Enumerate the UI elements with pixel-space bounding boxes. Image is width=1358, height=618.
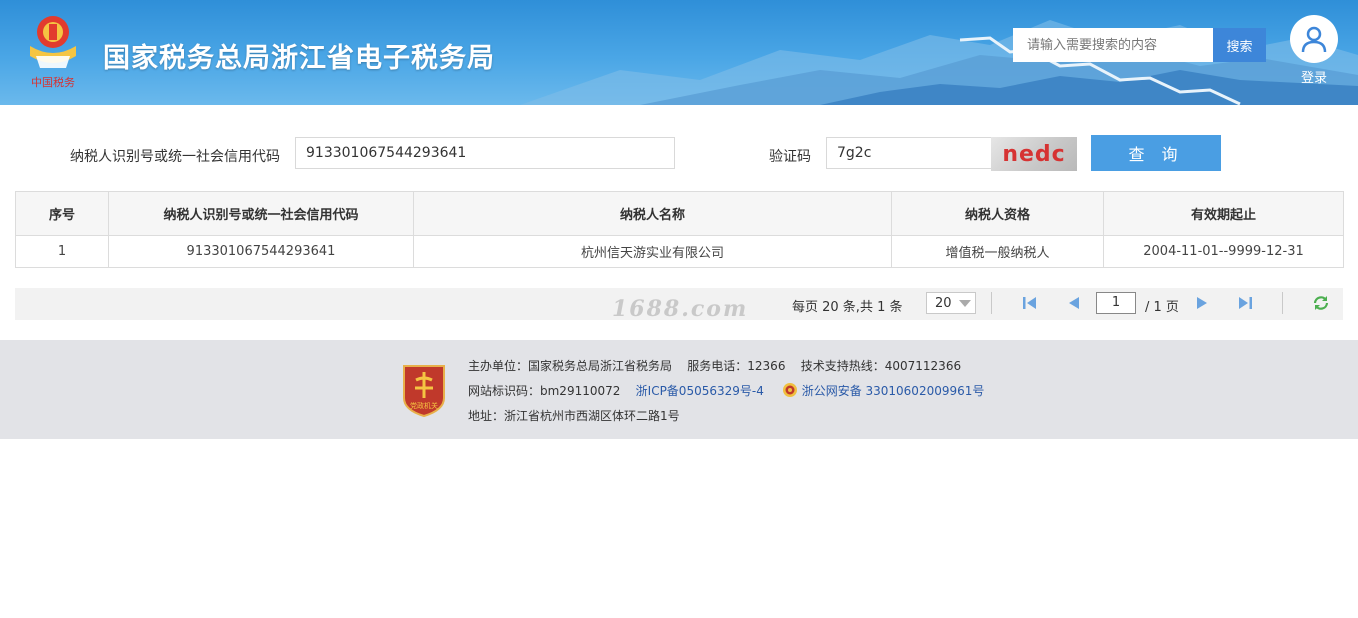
footer-line-2: 网站标识码：bm29110072 浙ICP备05056329号-4 浙公网安备 … [468, 382, 984, 399]
refresh-icon[interactable] [1312, 295, 1330, 311]
captcha-label: 验证码 [769, 149, 811, 165]
footer-address: 地址：浙江省杭州市西湖区体环二路1号 [468, 409, 680, 423]
site-search-input[interactable] [1013, 28, 1213, 62]
party-government-badge-icon[interactable]: 党政机关 [401, 362, 447, 418]
chevron-down-icon [959, 300, 971, 307]
login-button[interactable]: 登录 [1289, 15, 1339, 86]
previous-page-icon[interactable] [1065, 295, 1083, 311]
search-button[interactable]: 搜索 [1213, 28, 1266, 62]
cell-index: 1 [15, 235, 109, 268]
cell-taxpayer-id: 913301067544293641 [108, 235, 414, 268]
col-header-taxpayer-name: 纳税人名称 [413, 191, 892, 236]
cell-qualification: 增值税一般纳税人 [891, 235, 1104, 268]
pager-divider [991, 292, 992, 314]
taxpayer-id-input[interactable] [295, 137, 675, 169]
page-size-value: 20 [935, 295, 952, 311]
col-header-qualification: 纳税人资格 [891, 191, 1104, 236]
police-record-link[interactable]: 浙公网安备 33010602009961号 [802, 384, 985, 398]
page-size-select[interactable]: 20 [926, 292, 976, 314]
footer-support: 技术支持热线：4007112366 [800, 359, 962, 373]
watermark-text: 1688.com [612, 296, 749, 322]
col-header-validity: 有效期起止 [1103, 191, 1344, 236]
user-avatar-icon [1290, 15, 1338, 63]
badge-text: 党政机关 [410, 401, 438, 410]
captcha-image[interactable]: nedc [991, 137, 1077, 171]
footer-sponsor: 主办单位：国家税务总局浙江省税务局 [468, 359, 673, 373]
tax-emblem-logo: 中国税务 [30, 16, 76, 89]
col-header-index: 序号 [15, 191, 109, 236]
query-button[interactable]: 查 询 [1091, 135, 1221, 171]
col-header-taxpayer-id: 纳税人识别号或统一社会信用代码 [108, 191, 414, 236]
current-page-input[interactable]: 1 [1096, 292, 1136, 314]
cell-validity: 2004-11-01--9999-12-31 [1103, 235, 1344, 268]
total-pages: / 1 页 [1145, 300, 1179, 315]
footer-site-id: 网站标识码：bm29110072 [468, 384, 621, 398]
next-page-icon[interactable] [1193, 295, 1211, 311]
captcha-input[interactable] [826, 137, 992, 169]
police-badge-icon [782, 383, 797, 397]
cell-taxpayer-name: 杭州信天游实业有限公司 [413, 235, 892, 268]
login-label: 登录 [1300, 71, 1327, 86]
taxpayer-id-label: 纳税人识别号或统一社会信用代码 [70, 149, 280, 165]
icp-record-link[interactable]: 浙ICP备05056329号-4 [636, 384, 764, 398]
footer-line-1: 主办单位：国家税务总局浙江省税务局 服务电话：12366 技术支持热线：4007… [468, 357, 961, 374]
table-row: 1 913301067544293641 杭州信天游实业有限公司 增值税一般纳税… [15, 235, 1344, 268]
results-table: 序号 纳税人识别号或统一社会信用代码 纳税人名称 纳税人资格 有效期起止 1 9… [15, 191, 1344, 268]
page-summary: 每页 20 条,共 1 条 [792, 300, 903, 315]
last-page-icon[interactable] [1236, 295, 1254, 311]
table-header-row: 序号 纳税人识别号或统一社会信用代码 纳税人名称 纳税人资格 有效期起止 [15, 191, 1344, 236]
pager-divider [1282, 292, 1283, 314]
site-title: 国家税务总局浙江省电子税务局 [103, 43, 495, 74]
footer-phone: 服务电话：12366 [687, 359, 786, 373]
first-page-icon[interactable] [1021, 295, 1039, 311]
emblem-caption: 中国税务 [31, 75, 75, 89]
